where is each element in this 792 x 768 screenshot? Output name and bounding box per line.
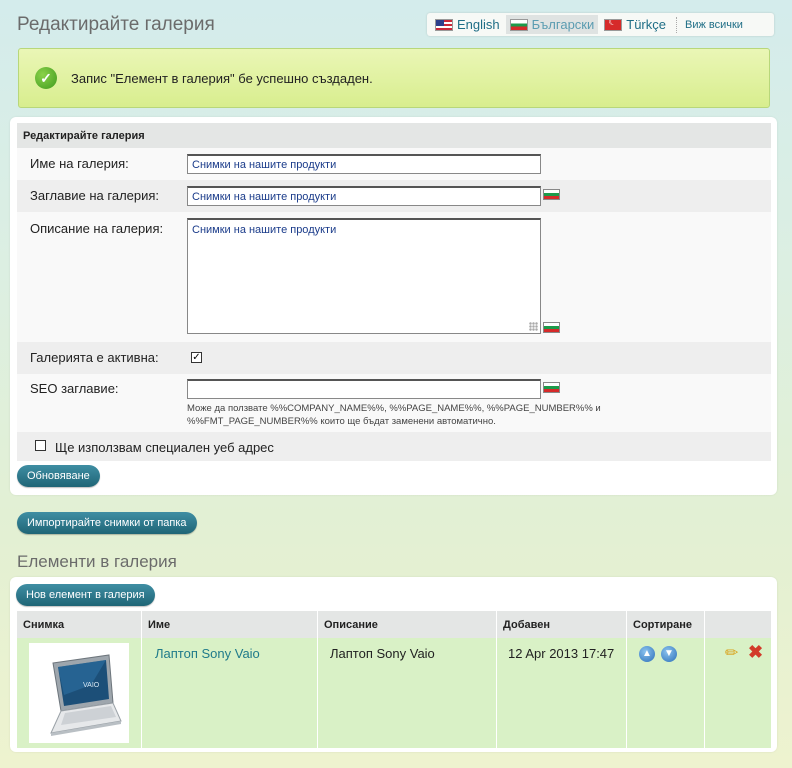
seo-title-label: SEO заглавие: [30,381,119,396]
edit-pencil-icon[interactable]: ✏ [725,643,738,663]
row-gallery-active: Галерията е активна: ✓ [17,342,771,374]
cell-photo: VAIO [17,638,141,748]
gallery-description-text: Снимки на нашите продукти [192,224,337,236]
move-down-icon[interactable]: ▼ [661,646,677,662]
lang-english-label: English [457,17,500,32]
seo-title-input[interactable] [187,379,541,399]
cell-name: Лаптоп Sony Vaio [141,638,317,748]
table-row: VAIO Лаптоп Sony Vaio Лаптоп Sony Vaio 1… [17,638,771,748]
lang-divider [675,16,677,33]
column-added[interactable]: Добавен [496,611,626,638]
form-heading: Редактирайте галерия [17,123,771,148]
row-special-url: Ще използвам специален уеб адрес [17,432,771,461]
lang-turkish-label: Türkçe [626,17,666,32]
flag-tr-icon [604,18,623,31]
gallery-title-label: Заглавие на галерия: [30,188,160,203]
gallery-description-label: Описание на галерия: [30,221,164,236]
column-sort[interactable]: Сортиране [626,611,704,638]
item-added-date: 12 Apr 2013 17:47 [508,646,615,661]
cell-sort: ▲ ▼ [626,638,704,748]
gallery-title-input[interactable]: Снимки на нашите продукти [187,186,541,206]
special-url-checkbox[interactable] [35,440,46,451]
special-url-label: Ще използвам специален уеб адрес [55,440,274,455]
gallery-items-title: Елементи в галерия [17,552,177,571]
cell-description: Лаптоп Sony Vaio [317,638,496,748]
column-actions [704,611,771,638]
new-gallery-item-button[interactable]: Нов елемент в галерия [16,584,155,606]
move-up-icon[interactable]: ▲ [639,646,655,662]
cell-added: 12 Apr 2013 17:47 [496,638,626,748]
column-description[interactable]: Описание [317,611,496,638]
lang-english[interactable]: English [431,15,504,34]
seo-hint-text: Може да ползвате %%COMPANY_NAME%%, %%PAG… [187,403,601,427]
success-message: ✓ Запис "Елемент в галерия" бе успешно с… [18,48,770,108]
gallery-description-textarea[interactable]: Снимки на нашите продукти [187,218,541,334]
view-all-languages-link[interactable]: Виж всички [685,19,743,31]
column-photo[interactable]: Снимка [17,611,141,638]
edit-gallery-form: Редактирайте галерия Име на галерия: Сни… [10,117,777,495]
delete-icon[interactable]: ✖ [748,642,763,663]
laptop-image: VAIO [50,654,122,736]
column-name[interactable]: Име [141,611,317,638]
lang-bulgarian-label: Български [531,17,595,32]
laptop-thumbnail[interactable]: VAIO [29,643,129,743]
lang-turkish[interactable]: Türkçe [600,15,670,34]
flag-bg-icon [543,189,560,200]
svg-text:VAIO: VAIO [83,682,100,689]
cell-actions: ✏ ✖ [704,638,771,748]
flag-us-icon [435,18,453,31]
gallery-active-checkbox[interactable]: ✓ [191,352,202,363]
success-message-text: Запис "Елемент в галерия" бе успешно съз… [71,70,373,86]
import-photos-button[interactable]: Импортирайте снимки от папка [17,512,197,534]
row-gallery-name: Име на галерия: Снимки на нашите продукт… [17,148,771,180]
page-title: Редактирайте галерия [17,14,215,35]
resize-grip-icon[interactable] [529,322,538,331]
row-seo-title: SEO заглавие: Може да ползвате %%COMPANY… [17,374,771,432]
flag-bg-icon [509,18,528,31]
item-name-link[interactable]: Лаптоп Sony Vaio [155,646,260,661]
check-icon: ✓ [35,67,57,89]
row-gallery-title: Заглавие на галерия: Снимки на нашите пр… [17,180,771,212]
lang-bulgarian[interactable]: Български [505,15,599,34]
gallery-name-input[interactable]: Снимки на нашите продукти [187,154,541,174]
flag-bg-icon [543,322,560,333]
update-button[interactable]: Обновяване [17,465,100,487]
item-description: Лаптоп Sony Vaio [330,646,435,661]
flag-bg-icon [543,382,560,393]
gallery-active-label: Галерията е активна: [30,350,159,365]
gallery-items-panel: Нов елемент в галерия Снимка Име Описани… [10,577,777,752]
row-gallery-description: Описание на галерия: Снимки на нашите пр… [17,212,771,342]
language-switcher: English Български Türkçe Виж всички [427,13,774,36]
gallery-name-label: Име на галерия: [30,156,129,171]
table-header: Снимка Име Описание Добавен Сортиране [17,611,771,638]
